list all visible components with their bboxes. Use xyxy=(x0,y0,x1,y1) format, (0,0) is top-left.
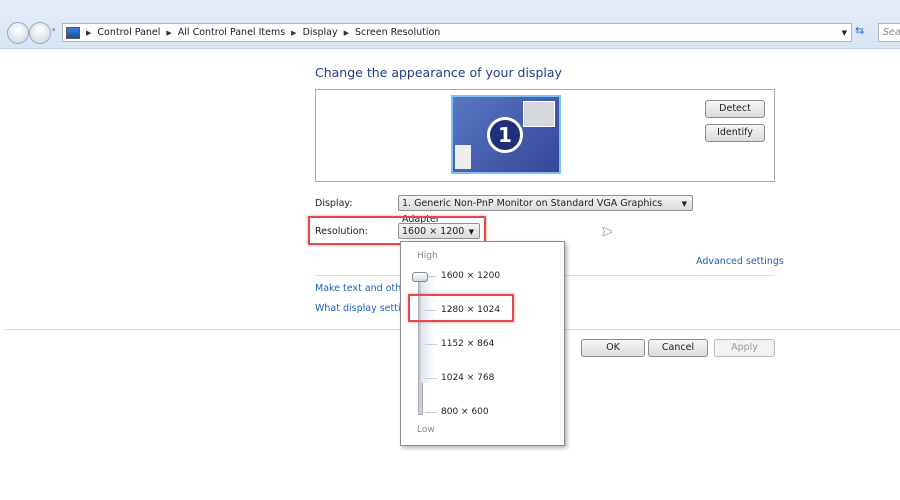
breadcrumb-display[interactable]: Display xyxy=(303,27,338,38)
chevron-down-icon: ▼ xyxy=(468,228,474,236)
breadcrumb-control-panel[interactable]: Control Panel xyxy=(97,27,160,38)
breadcrumb-all-items[interactable]: All Control Panel Items xyxy=(178,27,285,38)
address-bar[interactable]: ▶ Control Panel ▶ All Control Panel Items … xyxy=(62,23,852,42)
search-input[interactable]: Sea xyxy=(878,23,900,42)
monitor-1-thumbnail[interactable]: 1 xyxy=(451,95,561,174)
chevron-right-icon: ▶ xyxy=(343,28,349,37)
option-highlight-box xyxy=(408,294,514,322)
apply-button[interactable]: Apply xyxy=(714,339,775,357)
detect-button[interactable]: Detect xyxy=(705,100,765,118)
option-1152x864[interactable]: 1152 × 864 xyxy=(441,339,494,349)
high-label: High xyxy=(417,251,438,261)
chevron-right-icon: ▶ xyxy=(86,28,92,37)
chevron-down-icon: ▼ xyxy=(681,200,687,208)
window-preview-icon xyxy=(455,145,471,169)
resolution-dropdown: High Low 1600 × 1200 1280 × 1024 1152 × … xyxy=(400,241,565,446)
resolution-label: Resolution: xyxy=(315,226,368,237)
refresh-icon[interactable]: ⇆ xyxy=(855,24,864,37)
breadcrumb-screen-resolution[interactable]: Screen Resolution xyxy=(355,27,440,38)
page-title: Change the appearance of your display xyxy=(315,65,562,80)
chevron-right-icon: ▶ xyxy=(291,28,297,37)
identify-button[interactable]: Identify xyxy=(705,124,765,142)
cancel-button[interactable]: Cancel xyxy=(648,339,708,357)
low-label: Low xyxy=(417,425,435,435)
forward-button[interactable] xyxy=(29,22,51,44)
mouse-cursor-icon: ➤ xyxy=(601,224,613,240)
chevron-right-icon: ▶ xyxy=(166,28,172,37)
back-button[interactable] xyxy=(7,22,29,44)
text-size-link[interactable]: Make text and other xyxy=(315,283,411,294)
ok-button[interactable]: OK xyxy=(581,339,645,357)
resolution-select-value: 1600 × 1200 xyxy=(402,226,465,237)
option-1600x1200[interactable]: 1600 × 1200 xyxy=(441,271,500,281)
slider-shade xyxy=(421,273,435,383)
window-preview-icon xyxy=(523,101,555,127)
display-settings-help-link[interactable]: What display setting xyxy=(315,303,413,314)
address-dropdown-icon[interactable]: ▼ xyxy=(842,29,847,37)
recent-pages-icon[interactable]: ▾ xyxy=(52,26,56,34)
display-select[interactable]: 1. Generic Non-PnP Monitor on Standard V… xyxy=(398,195,693,225)
option-800x600[interactable]: 800 × 600 xyxy=(441,407,489,417)
control-panel-icon xyxy=(66,26,80,39)
advanced-settings-link[interactable]: Advanced settings xyxy=(696,256,784,267)
resolution-select[interactable]: 1600 × 1200 ▼ xyxy=(398,223,480,239)
display-label: Display: xyxy=(315,198,353,209)
monitor-number-badge: 1 xyxy=(487,117,523,153)
option-1024x768[interactable]: 1024 × 768 xyxy=(441,373,494,383)
resolution-slider-thumb[interactable] xyxy=(412,272,428,282)
